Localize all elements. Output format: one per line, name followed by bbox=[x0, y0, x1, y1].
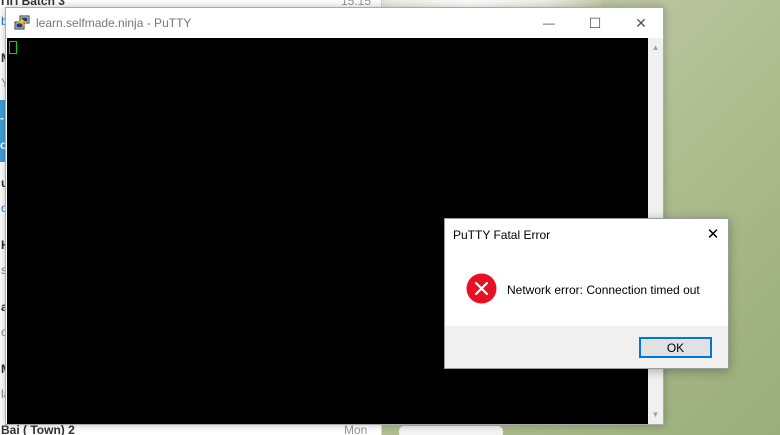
close-icon: ✕ bbox=[706, 226, 720, 243]
close-icon: ✕ bbox=[635, 14, 647, 31]
background-pill bbox=[399, 426, 503, 435]
putty-titlebar[interactable]: learn.selfmade.ninja - PuTTY — ☐ ✕ bbox=[6, 8, 663, 38]
error-icon bbox=[466, 273, 497, 304]
fatal-error-dialog: PuTTY Fatal Error ✕ Network error: Conne… bbox=[444, 218, 729, 369]
dialog-close-button[interactable]: ✕ bbox=[698, 219, 728, 249]
maximize-icon: ☐ bbox=[588, 14, 602, 31]
terminal-cursor bbox=[9, 41, 17, 54]
putty-icon bbox=[14, 15, 30, 30]
dialog-footer: OK bbox=[445, 326, 728, 368]
dialog-title: PuTTY Fatal Error bbox=[453, 228, 551, 242]
window-title: learn.selfmade.ninja - PuTTY bbox=[36, 16, 192, 30]
scroll-down-icon[interactable]: ▼ bbox=[648, 407, 663, 422]
error-message: Network error: Connection timed out bbox=[507, 283, 700, 297]
ok-button[interactable]: OK bbox=[639, 337, 712, 358]
minimize-icon: — bbox=[543, 16, 555, 30]
maximize-button[interactable]: ☐ bbox=[572, 8, 618, 38]
close-button[interactable]: ✕ bbox=[618, 8, 664, 38]
chat-title-fragment: - bbox=[0, 111, 4, 125]
minimize-button[interactable]: — bbox=[526, 8, 572, 38]
ok-button-label: OK bbox=[666, 340, 685, 355]
scroll-up-icon[interactable]: ▲ bbox=[648, 40, 663, 55]
